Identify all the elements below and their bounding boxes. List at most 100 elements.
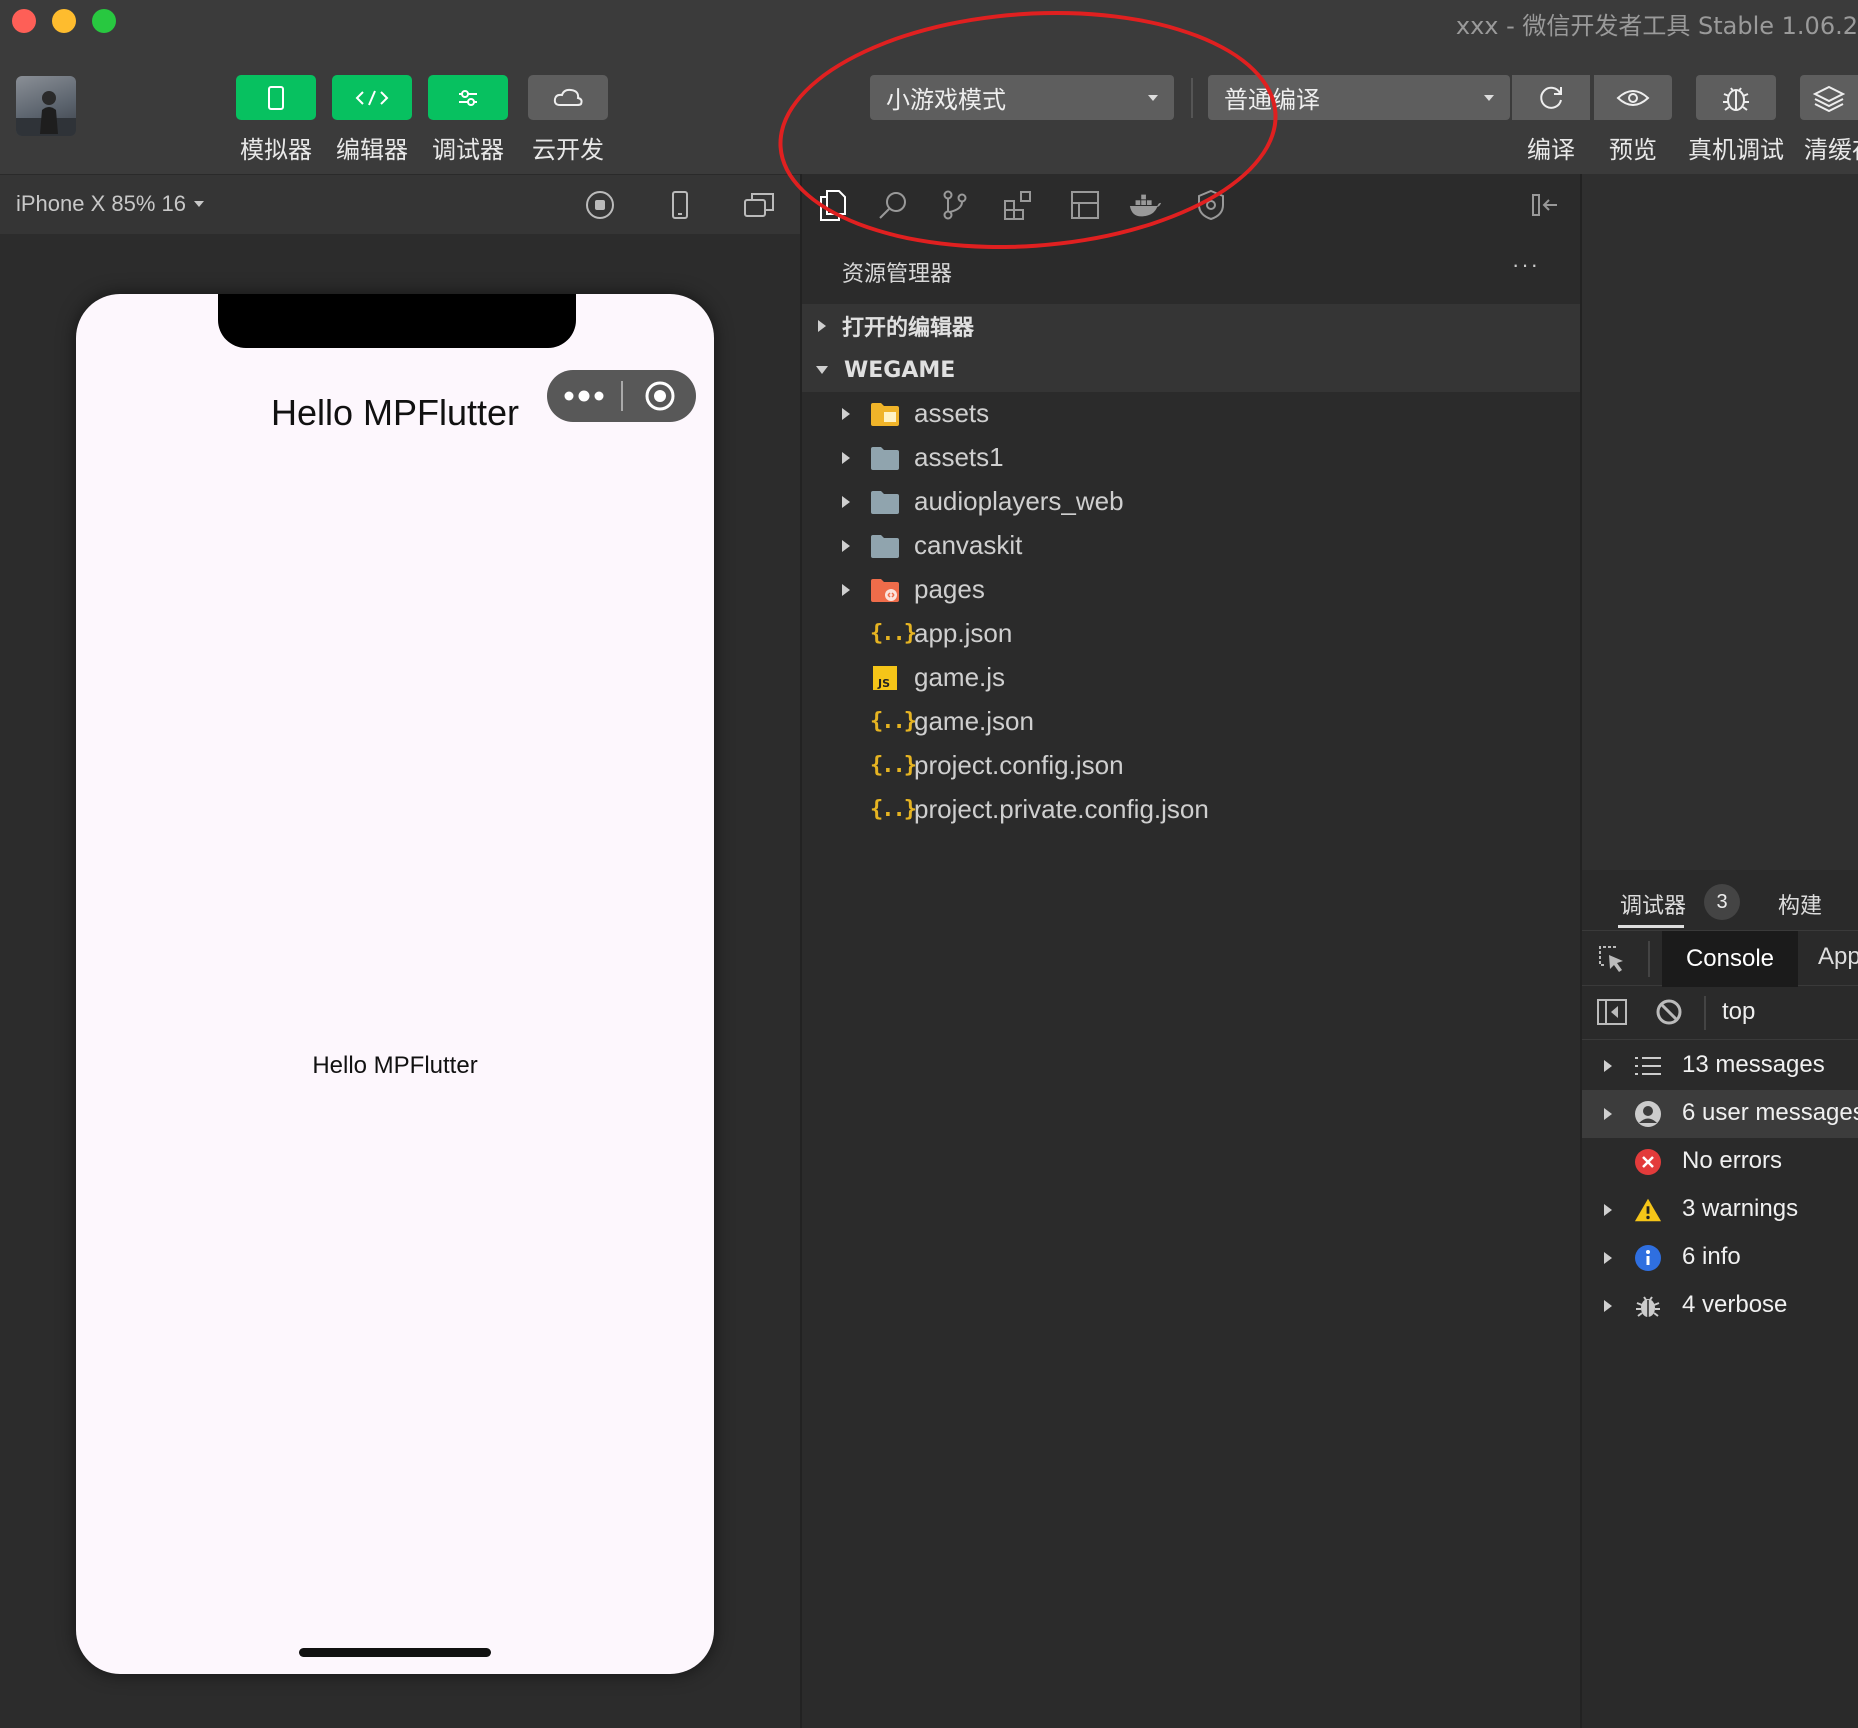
mini-program-capsule <box>547 370 696 422</box>
message-filter-errors[interactable]: No errors <box>1582 1138 1858 1186</box>
tree-item-project-config-json[interactable]: {..} project.config.json <box>802 744 1580 788</box>
folder-icon <box>871 447 899 470</box>
tab-app[interactable]: App <box>1818 943 1858 971</box>
capsule-more-button[interactable] <box>547 370 621 422</box>
collapse-panel-button[interactable] <box>1528 188 1562 222</box>
device-rotate-button[interactable] <box>664 189 696 226</box>
device-select-value: iPhone X 85% 16 <box>16 191 187 216</box>
preview-button[interactable] <box>1594 75 1672 120</box>
tree-item-label: canvaskit <box>914 530 1023 560</box>
svg-text:JS: JS <box>877 677 890 690</box>
tree-item-assets1[interactable]: assets1 <box>802 436 1580 480</box>
layers-icon <box>1813 85 1845 112</box>
window-title: xxx - 微信开发者工具 Stable 1.06.2 <box>1455 12 1858 40</box>
active-tab-indicator <box>1618 925 1684 928</box>
home-indicator <box>299 1648 491 1657</box>
tree-item-label: project.private.config.json <box>914 794 1209 824</box>
chevron-right-icon <box>842 540 850 552</box>
stop-circle-icon <box>586 191 614 219</box>
js-file-icon: JS <box>873 666 897 690</box>
json-file-icon: {..} <box>870 621 917 646</box>
tree-item-game-json[interactable]: {..} game.json <box>802 700 1580 744</box>
close-window-button[interactable] <box>12 9 36 33</box>
tree-item-app-json[interactable]: {..} app.json <box>802 612 1580 656</box>
chevron-right-icon <box>842 452 850 464</box>
message-filter-all[interactable]: 13 messages <box>1582 1042 1858 1090</box>
tree-item-project-private-config-json[interactable]: {..} project.private.config.json <box>802 788 1580 832</box>
chevron-right-icon <box>1604 1204 1612 1216</box>
tree-item-audioplayers-web[interactable]: audioplayers_web <box>802 480 1580 524</box>
collapse-left-icon <box>1532 194 1557 216</box>
phone-notch <box>218 294 576 348</box>
context-select[interactable]: top <box>1722 998 1755 1026</box>
message-filter-label: 6 info <box>1682 1243 1741 1270</box>
tree-item-canvaskit[interactable]: canvaskit <box>802 524 1580 568</box>
detach-window-button[interactable] <box>742 189 776 226</box>
devtools-panel: 调试器 3 构建 Console App top 13 messages 6 u… <box>1582 870 1858 1728</box>
cloud-dev-button[interactable] <box>528 75 608 120</box>
tree-item-pages[interactable]: pages <box>802 568 1580 612</box>
clear-console-button[interactable] <box>1654 997 1684 1032</box>
open-editors-label: 打开的编辑器 <box>842 316 975 341</box>
message-filter-label: No errors <box>1682 1147 1783 1174</box>
remote-debug-button[interactable] <box>1696 75 1776 120</box>
minimize-window-button[interactable] <box>52 9 76 33</box>
message-filter-label: 13 messages <box>1682 1051 1825 1078</box>
chevron-down-icon <box>1484 94 1494 101</box>
toolbar-divider <box>1648 941 1650 977</box>
stop-button[interactable] <box>584 189 616 226</box>
compile-button[interactable] <box>1512 75 1590 120</box>
editor-toggle-button[interactable] <box>332 75 412 120</box>
inspect-element-button[interactable] <box>1596 943 1628 980</box>
capsule-close-button[interactable] <box>623 370 696 422</box>
devtools-window: xxx - 微信开发者工具 Stable 1.06.2 模拟器 编辑器 调试器 … <box>0 0 1858 1728</box>
message-filter-user[interactable]: 6 user messages <box>1582 1090 1858 1138</box>
console-toolbar: top <box>1582 986 1858 1040</box>
zoom-window-button[interactable] <box>92 9 116 33</box>
explorer-panel: 资源管理器 ··· 打开的编辑器 WEGAME assets assets1 a… <box>802 234 1580 1728</box>
message-filter-label: 3 warnings <box>1682 1195 1799 1222</box>
message-filter-info[interactable]: 6 info <box>1582 1234 1858 1282</box>
preview-label: 预览 <box>1609 136 1657 164</box>
tree-item-label: audioplayers_web <box>914 486 1124 516</box>
device-select[interactable]: iPhone X 85% 16 <box>16 191 205 217</box>
tree-item-game-js[interactable]: JS game.js <box>802 656 1580 700</box>
eye-icon <box>1616 89 1650 106</box>
tree-item-label: assets1 <box>914 442 1004 472</box>
window-copy-icon <box>744 193 774 217</box>
chevron-right-icon <box>1604 1252 1612 1264</box>
debugger-toggle-button[interactable] <box>428 75 508 120</box>
devtools-tab-bar: Console App <box>1582 930 1858 987</box>
error-icon <box>1634 1148 1662 1176</box>
open-editors-section[interactable]: 打开的编辑器 <box>802 304 1580 348</box>
tree-item-label: app.json <box>914 618 1013 648</box>
editor-area <box>1582 174 1858 870</box>
message-filter-label: 4 verbose <box>1682 1291 1788 1318</box>
user-icon <box>1634 1100 1662 1128</box>
chevron-right-icon <box>1604 1108 1612 1120</box>
phone-screen[interactable]: Hello MPFlutter Hello MPFlutter <box>76 294 714 1674</box>
cloud-icon <box>553 88 583 106</box>
user-avatar[interactable] <box>16 76 76 136</box>
debugger-badge: 3 <box>1704 884 1740 920</box>
tree-item-label: pages <box>914 574 985 604</box>
toggle-sidebar-button[interactable] <box>1596 997 1628 1032</box>
message-filter-warnings[interactable]: 3 warnings <box>1582 1186 1858 1234</box>
chevron-right-icon <box>1604 1060 1612 1072</box>
message-filter-verbose[interactable]: 4 verbose <box>1582 1282 1858 1330</box>
simulator-toggle-button[interactable] <box>236 75 316 120</box>
clear-cache-button[interactable] <box>1800 75 1858 120</box>
workspace-section[interactable]: WEGAME <box>802 348 1580 392</box>
more-dots-icon <box>564 390 604 402</box>
debugger-label: 调试器 <box>432 136 504 164</box>
tree-item-label: assets <box>914 398 990 428</box>
chevron-right-icon <box>842 584 850 596</box>
explorer-more-button[interactable]: ··· <box>1512 252 1540 278</box>
tree-item-label: game.js <box>914 662 1006 692</box>
tree-item-assets[interactable]: assets <box>802 392 1580 436</box>
tab-debugger[interactable]: 调试器 <box>1620 888 1686 920</box>
tab-console[interactable]: Console <box>1662 931 1798 987</box>
folder-pages-icon <box>871 579 899 602</box>
chevron-right-icon <box>842 408 850 420</box>
tab-build[interactable]: 构建 <box>1778 888 1822 920</box>
